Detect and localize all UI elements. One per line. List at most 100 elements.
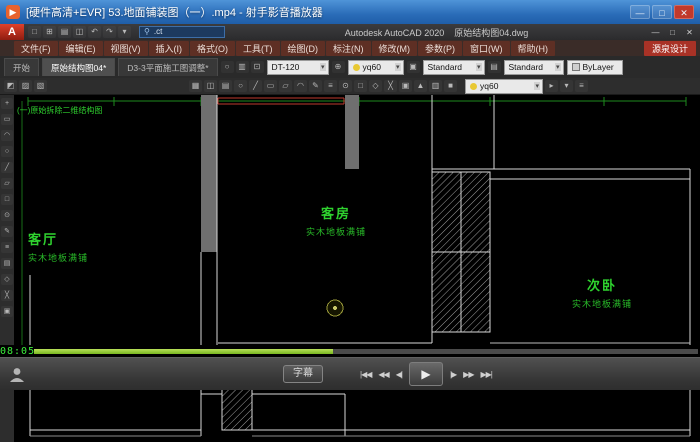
playlist-user-icon[interactable] [7, 365, 27, 385]
toolbar-icon[interactable]: ▥ [236, 61, 249, 73]
table-style-select[interactable]: Standard ▾ [504, 60, 564, 75]
autocad-toolbar-styles: 开始 原始结构图04* D3-3平面施工图调整* ○▥⊡ DT-120 ▾ ⊕ … [0, 56, 700, 78]
menu-item[interactable]: 窗口(W) [463, 41, 510, 56]
progress-bar[interactable] [34, 349, 698, 354]
toolbar-icon[interactable]: □ [354, 80, 367, 92]
toolbar-icon[interactable]: ◫ [204, 80, 217, 92]
tool-icon[interactable]: ✎ [1, 226, 13, 237]
tool-icon[interactable]: ╱ [1, 162, 13, 173]
toolbar-icon[interactable]: □ [28, 26, 41, 38]
rewind-button[interactable]: ◀◀ [378, 370, 388, 379]
minimize-button[interactable]: — [630, 5, 650, 19]
menu-item[interactable]: 编辑(E) [59, 41, 103, 56]
tab-doc-other[interactable]: D3-3平面施工图调整* [118, 58, 217, 76]
toolbar-icon[interactable]: ⊕ [332, 61, 345, 73]
play-button[interactable]: ▶ [409, 362, 443, 386]
player-title: [硬件高清+EVR] 53.地面铺装图（一）.mp4 - 射手影音播放器 [26, 4, 624, 20]
menu-item-plugin[interactable]: 源泉设计 [644, 41, 696, 56]
toolbar-icon[interactable]: ▨ [19, 80, 32, 92]
dim-style-select[interactable]: DT-120 ▾ [267, 60, 329, 75]
next-chapter-button[interactable]: ▶▶| [480, 370, 491, 379]
toolbar-icon[interactable]: ▣ [399, 80, 412, 92]
tool-icon[interactable]: ▣ [1, 306, 13, 317]
menu-item[interactable]: 修改(M) [372, 41, 418, 56]
toolbar-icon[interactable]: ≡ [324, 80, 337, 92]
toolbar-icon[interactable]: ○ [221, 61, 234, 73]
menu-item[interactable]: 插入(I) [149, 41, 190, 56]
menu-item[interactable]: 工具(T) [236, 41, 280, 56]
toolbar-icon[interactable]: ⊙ [339, 80, 352, 92]
tab-doc-current[interactable]: 原始结构图04* [42, 58, 115, 76]
toolbar-icon[interactable]: ▦ [189, 80, 202, 92]
tool-icon[interactable]: ▤ [1, 258, 13, 269]
toolbar-icon[interactable]: ▲ [414, 80, 427, 92]
menu-item[interactable]: 绘图(D) [281, 41, 326, 56]
acad-close-button[interactable]: ✕ [682, 28, 697, 37]
toolbar-icon[interactable]: ◫ [73, 26, 86, 38]
menu-item[interactable]: 帮助(H) [511, 41, 556, 56]
toolbar-icon[interactable]: ▤ [58, 26, 71, 38]
prev-chapter-button[interactable]: |◀◀ [360, 370, 371, 379]
toolbar-icon[interactable]: ✎ [309, 80, 322, 92]
toolbar-icon[interactable]: ◠ [294, 80, 307, 92]
toolbar-icon[interactable]: ▤ [219, 80, 232, 92]
toolbar-icon[interactable]: ◩ [4, 80, 17, 92]
toolbar-icon[interactable]: ■ [444, 80, 457, 92]
toolbar-icon[interactable]: ╱ [249, 80, 262, 92]
acad-minimize-button[interactable]: — [648, 28, 663, 37]
menu-item[interactable]: 格式(O) [190, 41, 235, 56]
tool-icon[interactable]: ▭ [1, 114, 13, 125]
layer-status-icon [353, 64, 360, 71]
step-back-button[interactable]: ◀| [396, 370, 402, 379]
tool-icon[interactable]: ◠ [1, 130, 13, 141]
toolbar-icon[interactable]: ≡ [575, 80, 588, 92]
menu-item[interactable]: 视图(V) [104, 41, 148, 56]
room-label-guest: 客房 实木地板满铺 [296, 203, 376, 238]
layer-select[interactable]: yq60 ▾ [348, 60, 404, 75]
control-bar: 字幕 |◀◀ ◀◀ ◀| ▶ |▶ ▶▶ ▶▶| [0, 357, 700, 390]
toolbar-icon[interactable]: ▧ [34, 80, 47, 92]
text-style-select[interactable]: Standard ▾ [423, 60, 485, 75]
search-input[interactable]: ⚲ .ct [139, 26, 225, 38]
tool-icon[interactable]: + [1, 98, 13, 109]
tool-icon[interactable]: ≡ [1, 242, 13, 253]
toolbar-icon[interactable]: ╳ [384, 80, 397, 92]
color-select[interactable]: ByLayer [567, 60, 623, 75]
fast-forward-button[interactable]: ▶▶ [463, 370, 473, 379]
toolbar-icon[interactable]: ▱ [279, 80, 292, 92]
menu-item[interactable]: 参数(P) [418, 41, 462, 56]
video-frame[interactable]: A □⊞▤◫↶↷▾ ⚲ .ct Autodesk AutoCAD 2020 原始… [0, 24, 700, 442]
dim-style-value: DT-120 [272, 62, 300, 72]
toolbar-icon[interactable]: ⊞ [43, 26, 56, 38]
toolbar-icon[interactable]: ◇ [369, 80, 382, 92]
step-forward-button[interactable]: |▶ [450, 370, 456, 379]
tool-icon[interactable]: ▱ [1, 178, 13, 189]
toolbar-icon[interactable]: ↷ [103, 26, 116, 38]
toolbar-icon[interactable]: ↶ [88, 26, 101, 38]
tab-start[interactable]: 开始 [4, 58, 39, 76]
menu-item[interactable]: 文件(F) [14, 41, 58, 56]
tool-icon[interactable]: ⊙ [1, 210, 13, 221]
toolbar-icon[interactable]: ⊡ [251, 61, 264, 73]
toolbar-icon[interactable]: ▭ [264, 80, 277, 92]
tool-icon[interactable]: ○ [1, 146, 13, 157]
toolbar-icon[interactable]: ▾ [118, 26, 131, 38]
toolbar-icon[interactable]: ▸ [545, 80, 558, 92]
text-style-value: Standard [428, 62, 463, 72]
close-button[interactable]: ✕ [674, 5, 694, 19]
tool-icon[interactable]: ╳ [1, 290, 13, 301]
toolbar-icon[interactable]: ▤ [488, 61, 501, 73]
toolbar-icon[interactable]: ▾ [560, 80, 573, 92]
tool-icon[interactable]: □ [1, 194, 13, 205]
toolbar-icon[interactable]: ▣ [407, 61, 420, 73]
acad-maximize-button[interactable]: □ [665, 28, 680, 37]
toolbar-icon[interactable]: ▥ [429, 80, 442, 92]
subtitle-button[interactable]: 字幕 [283, 365, 323, 383]
toolbar-icon[interactable]: ○ [234, 80, 247, 92]
tool-icon[interactable]: ◇ [1, 274, 13, 285]
maximize-button[interactable]: □ [652, 5, 672, 19]
layer-select-secondary[interactable]: yq60 ▾ [465, 79, 543, 94]
autocad-logo-icon[interactable]: A [0, 24, 24, 40]
room-label-living: 客厅 实木地板满铺 [28, 229, 88, 264]
menu-item[interactable]: 标注(N) [326, 41, 371, 56]
